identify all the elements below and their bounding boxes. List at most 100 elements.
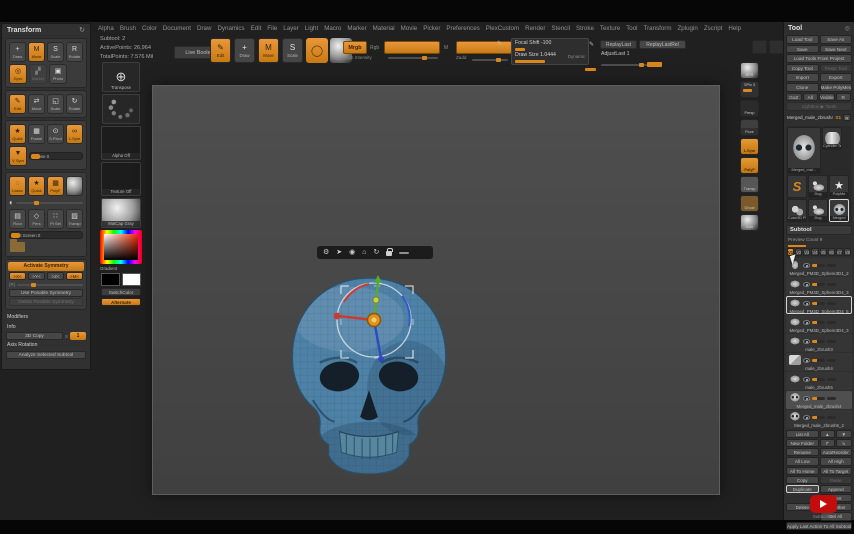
polypaint-mini-slider[interactable] [812, 321, 825, 324]
z-intensity-slider[interactable] [456, 41, 512, 54]
active-tool-row[interactable]: Merged_male_zbrush4 S1 R [786, 113, 852, 122]
transform-tool-button[interactable]: S Scale [47, 42, 64, 62]
subtool-action-button[interactable]: ↳ [836, 439, 852, 447]
subtool-action-button[interactable]: All To Home [786, 467, 819, 475]
menu-item[interactable]: File [267, 25, 277, 32]
tool-button[interactable]: Save [786, 45, 819, 54]
tool-menu-icon[interactable]: ◎ [845, 25, 850, 32]
right-shelf-button[interactable]: Persp [740, 100, 759, 117]
transform-tool-button[interactable]: ◌ Lasso [9, 176, 26, 196]
polypaint-mini-slider[interactable] [812, 416, 825, 419]
sculpt-mini-slider[interactable] [827, 302, 836, 305]
sculpt-mini-slider[interactable] [827, 416, 836, 419]
transform-tool-button[interactable]: ▦ Frame [28, 124, 45, 144]
transform-tool-button[interactable]: ⊙ S.Pivot [47, 124, 64, 144]
subtool-action-button[interactable]: ▼ [836, 430, 852, 438]
transform-tool-button[interactable]: + Draw [9, 42, 26, 62]
transform-tool-button[interactable]: ▦ PolyF [47, 176, 64, 196]
contrast-icon[interactable]: ◐ [9, 198, 14, 207]
menu-item[interactable]: Alpha [98, 25, 114, 32]
alpha-selector[interactable]: Alpha Off [101, 126, 141, 160]
subtool-action-button[interactable]: All To Target [820, 467, 853, 475]
analyze-subtool-button[interactable]: Analyze Selected Subtool [6, 351, 86, 359]
subtool-item[interactable]: Merged_PM3D_Sphere3D4_3 [786, 315, 852, 333]
tool-thumbnail[interactable]: Dog [808, 199, 828, 222]
menu-item[interactable]: Layer [283, 25, 298, 32]
menu-item[interactable]: Light [305, 25, 318, 32]
sculpt-mini-slider[interactable] [827, 397, 836, 400]
document-canvas[interactable]: ⚙ ➤ ◉ ⌂ ↻ [152, 85, 720, 495]
info-header[interactable]: Info [2, 322, 90, 332]
tool-button[interactable]: Load Tools From Project [786, 54, 852, 63]
switch-color-button[interactable]: SwitchColor [101, 288, 141, 296]
symmetry-axis-button[interactable]: >X< [9, 272, 26, 280]
visibility-eye-icon[interactable] [803, 320, 810, 325]
transform-tool-button[interactable]: ◇ Pers [28, 209, 45, 229]
slider-handle-icon[interactable] [399, 252, 409, 254]
reset-icon[interactable]: ↻ [374, 246, 380, 259]
visibility-eye-icon[interactable] [803, 282, 810, 287]
menu-item[interactable]: Brush [120, 25, 136, 32]
mode-button[interactable]: + Draw [234, 38, 255, 63]
tool-button[interactable]: Lightbox ▶ Tools [786, 102, 852, 111]
tool-palette-titlebar[interactable]: Tool ◎ [786, 24, 852, 33]
menu-item[interactable]: Render [525, 25, 545, 32]
menu-item[interactable]: Edit [251, 25, 262, 32]
menu-item[interactable]: Color [142, 25, 157, 32]
transpose-gizmo[interactable] [314, 264, 434, 384]
polypaint-mini-slider[interactable] [812, 397, 825, 400]
menu-item[interactable]: Zscript [704, 25, 723, 32]
transform-tool-button[interactable]: ▞ Marker [29, 64, 47, 84]
tool-button[interactable]: Import [786, 73, 819, 82]
symmetry-axis-button[interactable]: >M< [66, 272, 83, 280]
menu-item[interactable]: Preferences [446, 25, 479, 32]
subtool-item[interactable]: Merged_PM3D_Sphere3D4_3 [786, 277, 852, 295]
subtool-action-button[interactable]: AutoReorder [820, 448, 853, 456]
version-tab[interactable]: V4 [811, 248, 818, 256]
version-tab[interactable]: V8 [844, 248, 851, 256]
sculpt-mini-slider[interactable] [827, 378, 836, 381]
lock-icon[interactable] [386, 251, 392, 256]
version-tab[interactable]: V3 [803, 248, 810, 256]
location-icon[interactable]: ◉ [349, 246, 355, 259]
xpose-slider[interactable]: Xpose 0 [29, 152, 83, 160]
rgb-intensity-slider[interactable] [384, 41, 440, 54]
right-shelf-button[interactable]: PolyF [740, 157, 759, 174]
color-picker[interactable] [100, 230, 142, 264]
use-posable-symmetry-button[interactable]: Use Posable Symmetry [9, 289, 83, 297]
menu-item[interactable]: Texture [600, 25, 620, 32]
palette-titlebar[interactable]: Transform ↻ [2, 24, 90, 36]
gear-icon[interactable]: ⚙ [323, 246, 329, 259]
symmetry-axis-button[interactable]: >Y< [28, 272, 45, 280]
tool-thumbnail[interactable] [787, 175, 807, 198]
radial-count-slider[interactable] [17, 284, 83, 286]
subtool-action-button[interactable]: Duplicate [786, 485, 819, 493]
visibility-eye-icon[interactable] [803, 377, 810, 382]
menu-item[interactable]: PlexCustom [486, 25, 519, 32]
subtool-item[interactable]: male_zbrush3 [786, 334, 852, 352]
tool-button[interactable]: Export [820, 73, 853, 82]
transform-tool-button[interactable]: R Rotate [66, 42, 83, 62]
menu-item[interactable]: Stroke [576, 25, 594, 32]
menu-item[interactable]: Document [163, 25, 191, 32]
tool-button[interactable]: GoZ [786, 93, 802, 102]
tool-button[interactable]: Paste Tool [820, 64, 853, 73]
m-label[interactable]: M [444, 45, 448, 51]
mode-button[interactable]: ✎ Edit [210, 38, 231, 63]
adjust-last-track[interactable] [601, 64, 653, 66]
transform-tool-button[interactable]: ★ Quick [28, 176, 45, 196]
draw-size-slider[interactable]: Draw Size 1.0444Dynamic [515, 52, 585, 64]
right-shelf-button[interactable]: Ghost [740, 195, 759, 212]
adjust-last-slider[interactable]: AdjustLast 1 [601, 51, 630, 57]
split-screen-slider[interactable]: Split Screen 0 [9, 231, 83, 239]
polypaint-mini-slider[interactable] [812, 359, 825, 362]
active-tool-s1[interactable]: S1 [835, 115, 841, 120]
subtool-action-button[interactable]: List All [786, 430, 819, 438]
menu-item[interactable]: Tool [626, 25, 637, 32]
active-tool-r-button[interactable]: R [843, 114, 851, 121]
tool-button[interactable]: Load Tool [786, 35, 819, 44]
timeline-marker-small[interactable] [585, 68, 596, 71]
tool-thumbnail[interactable]: Cylinder Templ [822, 127, 842, 150]
subtool-action-button[interactable]: All High [820, 457, 853, 465]
toolbar-extra-icon[interactable] [752, 40, 767, 54]
